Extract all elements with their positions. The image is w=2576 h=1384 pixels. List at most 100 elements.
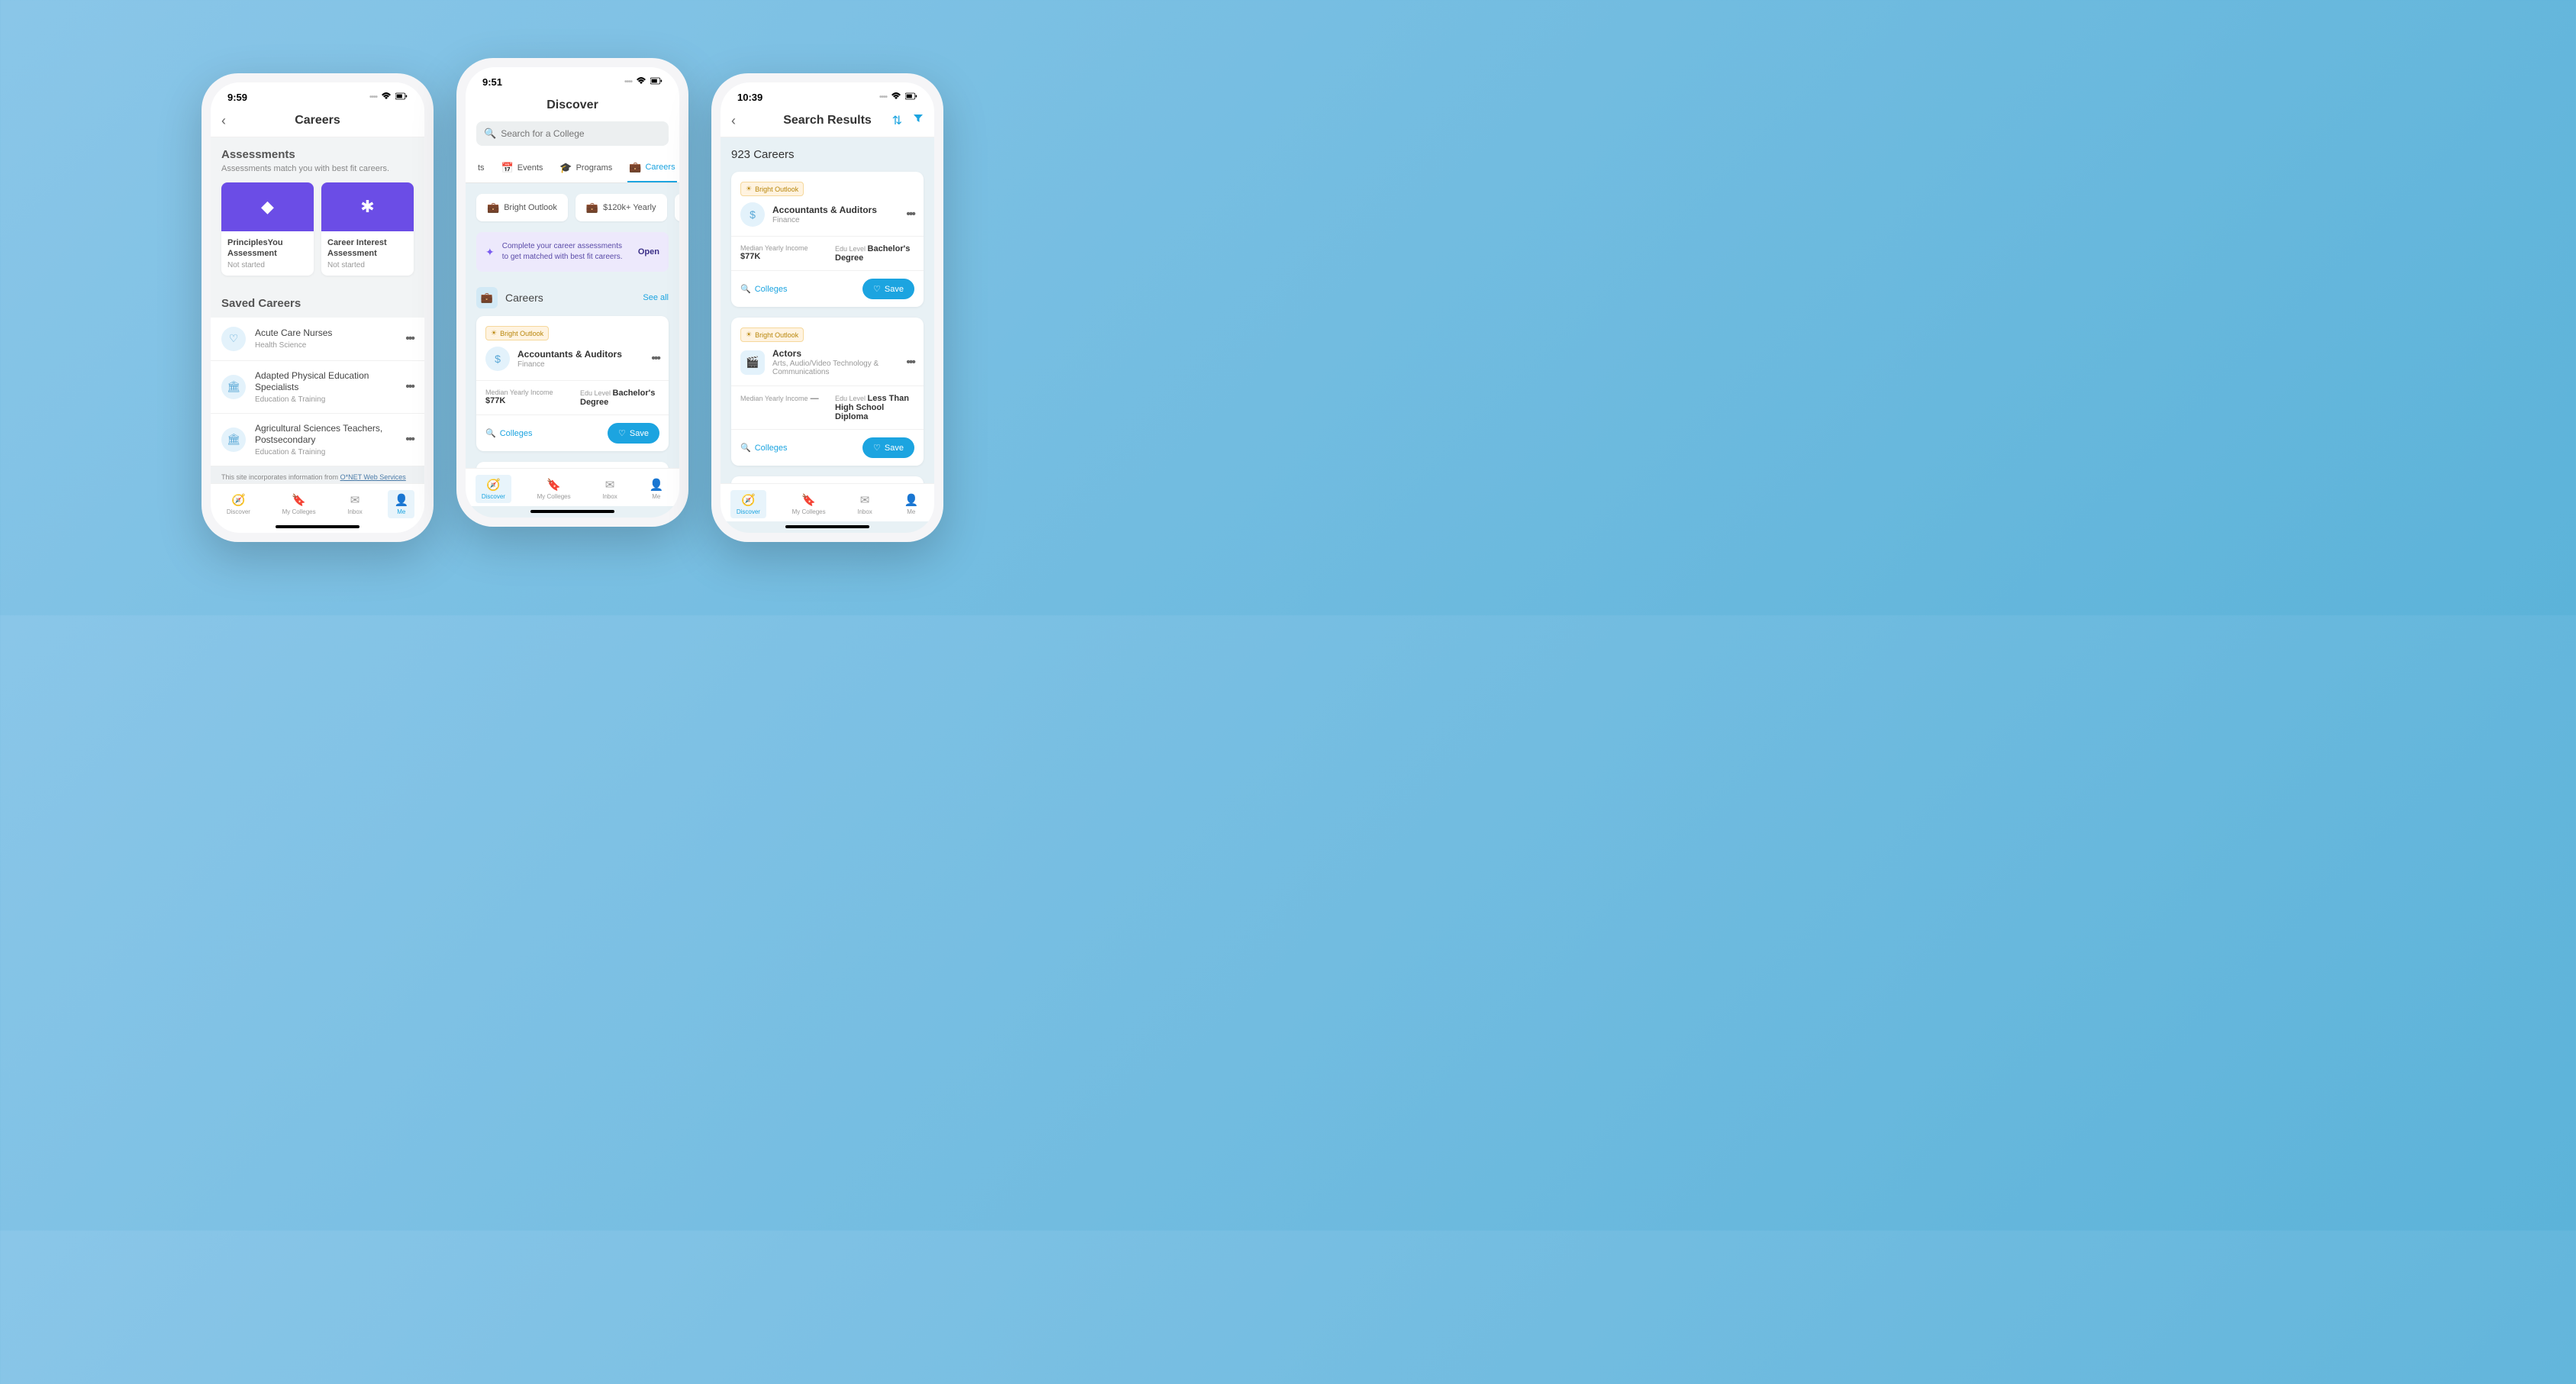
search-icon: 🔍 [740,443,751,453]
search-icon: 🔍 [485,428,496,438]
header: Discover [466,92,679,121]
sort-button[interactable]: ⇅ [892,113,902,128]
header: ‹ Search Results ⇅ [721,108,934,137]
phone-1: 9:59 •••• ‹ Careers Assessments Assessme… [202,73,434,542]
saved-career-row[interactable]: ♡ Acute Care Nurses Health Science ••• [211,318,424,361]
search-input[interactable] [501,128,661,139]
nav-me[interactable]: 👤Me [388,490,414,518]
nav-inbox[interactable]: ✉Inbox [851,490,879,518]
cellular-icon: •••• [624,78,632,86]
briefcase-icon: 💼 [476,287,498,308]
income-label: Median Yearly Income [485,389,565,396]
compass-icon: 🧭 [486,478,501,492]
tabs: ts 📅Events 🎓Programs 💼Careers [466,153,679,183]
career-name: Accountants & Auditors [772,205,898,215]
career-card: ☀Bright Outlook $ Accountants & Auditors… [476,316,669,451]
assessment-card[interactable]: ◆ PrinciplesYou Assessment Not started [221,182,314,276]
income-label: Median Yearly Income [740,244,820,252]
sun-icon: ☀ [491,329,497,337]
career-category: Health Science [255,341,396,350]
income-value: $77K [740,252,760,261]
dollar-icon: $ [485,347,510,371]
more-button[interactable]: ••• [651,352,659,366]
wifi-icon [890,92,902,103]
content: 💼Bright Outlook 💼$120k+ Yearly 💼 ✦ Compl… [466,183,679,468]
calendar-icon: 📅 [501,162,514,174]
bottom-nav: 🧭Discover 🔖My Colleges ✉Inbox 👤Me [211,483,424,521]
bright-outlook-badge: ☀Bright Outlook [740,327,804,342]
nav-discover[interactable]: 🧭Discover [476,475,511,503]
assessment-status: Not started [327,261,408,269]
tab-events[interactable]: 📅Events [500,153,545,182]
save-button[interactable]: ♡Save [608,423,659,444]
colleges-link[interactable]: 🔍Colleges [740,443,788,453]
nav-colleges[interactable]: 🔖My Colleges [786,490,832,518]
save-button[interactable]: ♡Save [862,279,914,299]
career-category: Finance [772,216,898,224]
search-bar[interactable]: 🔍 [476,121,669,146]
tab-careers[interactable]: 💼Careers [627,153,676,182]
search-icon: 🔍 [740,284,751,294]
nav-me[interactable]: 👤Me [643,475,669,503]
back-button[interactable]: ‹ [221,113,226,129]
nav-discover[interactable]: 🧭Discover [730,490,766,518]
assessment-banner: ✦ Complete your career assessments to ge… [476,232,669,272]
saved-career-row[interactable]: 🏛 Adapted Physical Education Specialists… [211,361,424,414]
status-bar: 9:59 •••• [211,82,424,108]
onet-link[interactable]: O*NET Web Services [340,473,406,481]
assessment-card[interactable]: ✱ Career Interest Assessment Not started [321,182,414,276]
career-name: Accountants & Auditors [517,349,643,360]
sparkle-icon: ✦ [485,246,495,259]
career-category: Finance [517,360,643,369]
building-icon: 🏛 [221,375,246,399]
tab-partial[interactable]: ts [476,153,486,182]
career-title: Acute Care Nurses [255,327,396,340]
heart-icon: ♡ [221,327,246,351]
heart-icon: ♡ [873,443,881,453]
career-name: Actors [772,348,898,359]
more-button[interactable]: ••• [906,356,914,369]
tab-programs[interactable]: 🎓Programs [558,153,614,182]
career-category: Education & Training [255,448,396,456]
bright-outlook-badge: ☀Bright Outlook [740,182,804,196]
attribution-text: This site incorporates information from … [211,466,424,483]
career-card: ☀Bright Outlook $ Accountants & Auditors… [731,172,924,307]
home-indicator [785,525,869,528]
section-title: Careers [505,292,543,304]
chip-120k[interactable]: 💼$120k+ Yearly [575,194,667,221]
chip-partial[interactable]: 💼 [675,194,680,221]
colleges-link[interactable]: 🔍Colleges [485,428,533,438]
nav-discover[interactable]: 🧭Discover [221,490,256,518]
bookmark-icon: 🔖 [546,478,561,492]
more-button[interactable]: ••• [906,208,914,221]
save-button[interactable]: ♡Save [862,437,914,458]
bookmark-icon: 🔖 [292,493,306,507]
heart-icon: ♡ [873,284,881,294]
saved-career-row[interactable]: 🏛 Agricultural Sciences Teachers, Postse… [211,414,424,466]
nav-me[interactable]: 👤Me [898,490,924,518]
battery-icon [905,92,917,103]
header: ‹ Careers [211,108,424,137]
more-button[interactable]: ••• [405,380,414,394]
filter-button[interactable] [913,113,924,128]
nav-inbox[interactable]: ✉Inbox [341,490,369,518]
back-button[interactable]: ‹ [731,113,736,129]
career-title: Agricultural Sciences Teachers, Postseco… [255,423,396,447]
nav-colleges[interactable]: 🔖My Colleges [531,475,577,503]
career-card: ☀Bright Outlook 🎬 Actors Arts, Audio/Vid… [731,318,924,466]
page-title: Careers [295,114,340,127]
assessments-subtitle: Assessments match you with best fit care… [221,164,414,173]
colleges-link[interactable]: 🔍Colleges [740,284,788,294]
nav-colleges[interactable]: 🔖My Colleges [276,490,322,518]
more-button[interactable]: ••• [405,332,414,346]
sun-icon: ☀ [746,185,752,193]
wifi-icon [380,92,392,103]
filter-chips: 💼Bright Outlook 💼$120k+ Yearly 💼 [466,183,679,229]
assessments-title: Assessments [221,148,414,161]
nav-inbox[interactable]: ✉Inbox [596,475,624,503]
chip-bright-outlook[interactable]: 💼Bright Outlook [476,194,568,221]
see-all-link[interactable]: See all [643,293,669,302]
more-button[interactable]: ••• [405,433,414,447]
banner-open-button[interactable]: Open [638,247,659,256]
heart-icon: ♡ [618,428,626,438]
